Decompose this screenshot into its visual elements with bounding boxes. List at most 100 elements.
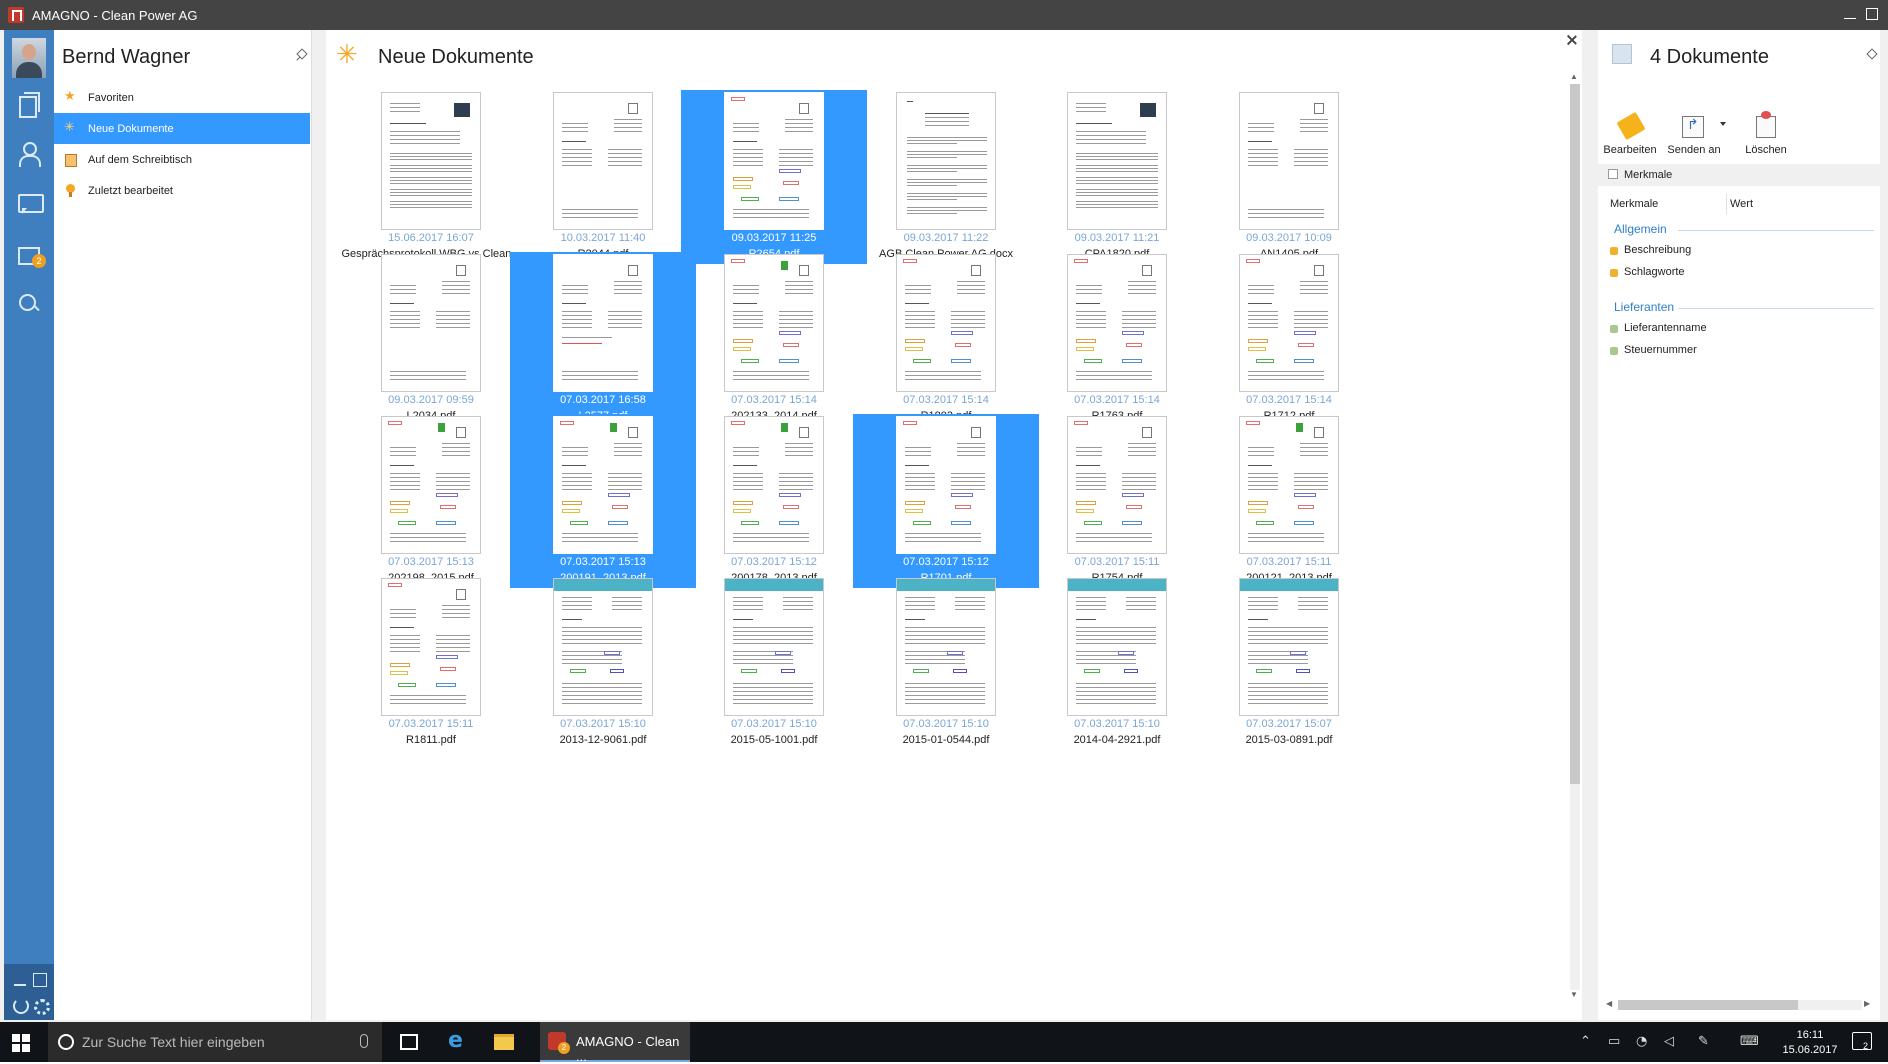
scroll-down-icon[interactable] (1568, 990, 1580, 1002)
volume-icon[interactable]: ◁ (1664, 1034, 1674, 1049)
document-tile[interactable]: 07.03.2017 15:14202133_2014.pdf (681, 252, 867, 426)
keyboard-icon[interactable]: ⌨ (1740, 1034, 1759, 1049)
file-explorer-icon[interactable] (494, 1034, 514, 1050)
windows-start-icon[interactable] (12, 1034, 30, 1052)
document-tile[interactable]: 07.03.2017 15:13200191_2013.pdf (510, 414, 696, 588)
document-tile[interactable]: 07.03.2017 15:11R1754.pdf (1024, 414, 1210, 588)
pin-icon[interactable] (1866, 50, 1876, 60)
settings-icon[interactable] (32, 996, 50, 1015)
chat-icon[interactable] (17, 192, 44, 216)
document-tile[interactable]: 07.03.2017 15:07 2015-03-0891.pdf (1196, 576, 1382, 750)
document-thumbnail[interactable] (381, 254, 481, 392)
clock[interactable]: 16:11 15.06.2017 (1780, 1028, 1840, 1058)
edit-button[interactable]: Bearbeiten (1600, 82, 1660, 162)
document-thumbnail[interactable] (553, 254, 653, 392)
document-thumbnail[interactable] (553, 416, 653, 554)
document-tile[interactable]: 07.03.2017 15:10 2013-12-9061.pdf (510, 576, 696, 750)
delete-button[interactable]: Löschen (1736, 82, 1796, 162)
document-thumbnail[interactable] (1239, 92, 1339, 230)
document-tile[interactable]: 07.03.2017 15:11200121_2013.pdf (1196, 414, 1382, 588)
document-thumbnail[interactable] (896, 92, 996, 230)
document-thumbnail[interactable] (724, 416, 824, 554)
property-row[interactable]: Lieferantenname (1610, 322, 1707, 334)
document-tile[interactable]: 07.03.2017 15:14R1803.pdf (853, 252, 1039, 426)
maximize-icon[interactable] (32, 972, 48, 988)
document-tile[interactable]: 07.03.2017 16:58L2577.pdf (510, 252, 696, 426)
document-thumbnail[interactable] (381, 416, 481, 554)
document-thumbnail[interactable] (896, 416, 996, 554)
sidebar-item[interactable]: Favoriten (54, 82, 310, 113)
document-thumbnail[interactable] (724, 254, 824, 392)
document-tile[interactable]: 15.06.2017 16:07Gesprächsprotokoll WBG v… (338, 90, 524, 264)
document-tile[interactable]: 10.03.2017 11:40R2044.pdf (510, 90, 696, 264)
document-tile[interactable]: 09.03.2017 09:59L2034.pdf (338, 252, 524, 426)
document-thumbnail[interactable] (724, 578, 824, 716)
pen-icon[interactable]: ✎ (1698, 1034, 1709, 1049)
document-tile[interactable]: 07.03.2017 15:12200178_2013.pdf (681, 414, 867, 588)
document-tile[interactable]: 07.03.2017 15:10 2014-04-2921.pdf (1024, 576, 1210, 750)
battery-icon[interactable]: ▭ (1608, 1034, 1620, 1049)
document-tile[interactable]: 07.03.2017 15:14R1712.pdf (1196, 252, 1382, 426)
chevron-up-icon[interactable]: ⌃ (1580, 1034, 1591, 1049)
document-tile[interactable]: 07.03.2017 15:13202198_2015.pdf (338, 414, 524, 588)
column-header-name[interactable]: Merkmale (1610, 198, 1658, 210)
property-row[interactable]: Steuernummer (1610, 344, 1697, 356)
document-thumbnail[interactable] (896, 578, 996, 716)
document-thumbnail[interactable] (1067, 578, 1167, 716)
column-header-value[interactable]: Wert (1730, 198, 1753, 210)
property-row[interactable]: Beschreibung (1610, 244, 1691, 256)
send-to-button[interactable]: Senden an (1664, 82, 1726, 162)
document-tile[interactable]: 07.03.2017 15:10 2015-05-1001.pdf (681, 576, 867, 750)
horizontal-scrollbar[interactable] (1606, 996, 1874, 1012)
document-tile[interactable]: 07.03.2017 15:12R1701.pdf (853, 414, 1039, 588)
document-tile[interactable]: 09.03.2017 11:21CPA1820.pdf (1024, 90, 1210, 264)
document-thumbnail[interactable] (1067, 92, 1167, 230)
scroll-thumb[interactable] (1618, 1000, 1798, 1010)
document-tile[interactable]: 09.03.2017 10:09AN1405.pdf (1196, 90, 1382, 264)
avatar[interactable] (12, 38, 46, 78)
power-icon[interactable] (12, 996, 29, 1014)
document-tile[interactable]: 07.03.2017 15:11 R1811.pdf (338, 576, 524, 750)
document-thumbnail[interactable] (553, 578, 653, 716)
document-thumbnail[interactable] (1067, 416, 1167, 554)
document-thumbnail[interactable] (1067, 254, 1167, 392)
document-thumbnail[interactable] (724, 92, 824, 230)
document-thumbnail[interactable] (381, 92, 481, 230)
sidebar-item[interactable]: Zuletzt bearbeitet (54, 175, 310, 206)
vertical-scrollbar[interactable] (1568, 72, 1580, 1002)
task-view-icon[interactable] (400, 1034, 418, 1050)
minimize-button[interactable] (1840, 4, 1860, 24)
documents-icon[interactable] (17, 92, 41, 118)
wifi-icon[interactable]: ◔ (1636, 1034, 1647, 1049)
scroll-thumb[interactable] (1570, 84, 1580, 784)
maximize-button[interactable] (1862, 4, 1882, 24)
properties-checkbox[interactable] (1608, 169, 1618, 179)
notification-icon[interactable]: 2 (1852, 1032, 1872, 1051)
document-tile[interactable]: 07.03.2017 15:10 2015-01-0544.pdf (853, 576, 1039, 750)
document-thumbnail[interactable] (381, 578, 481, 716)
minimize-icon[interactable] (12, 972, 28, 988)
property-group-label[interactable]: Allgemein (1614, 222, 1667, 236)
property-group-label[interactable]: Lieferanten (1614, 300, 1674, 314)
microphone-icon[interactable] (360, 1034, 368, 1048)
pin-icon[interactable] (296, 50, 306, 60)
search-icon[interactable] (17, 292, 41, 316)
user-icon[interactable] (17, 142, 41, 167)
document-thumbnail[interactable] (553, 92, 653, 230)
chevron-down-icon[interactable] (1720, 122, 1726, 126)
edge-browser-icon[interactable]: e (448, 1030, 463, 1052)
close-icon[interactable] (1566, 34, 1578, 46)
document-tile[interactable]: 07.03.2017 15:14R1763.pdf (1024, 252, 1210, 426)
document-thumbnail[interactable] (1239, 578, 1339, 716)
taskbar-search[interactable]: Zur Suche Text hier eingeben (48, 1022, 382, 1062)
document-thumbnail[interactable] (1239, 416, 1339, 554)
property-row[interactable]: Schlagworte (1610, 266, 1685, 278)
tasks-icon[interactable]: 2 (17, 242, 46, 268)
sidebar-item[interactable]: Auf dem Schreibtisch (54, 144, 310, 175)
taskbar-app-amagno[interactable]: 2 AMAGNO - Clean ... (540, 1022, 690, 1064)
document-tile[interactable]: 09.03.2017 11:22AGB Clean Power AG.docx (853, 90, 1039, 264)
column-divider[interactable] (1726, 194, 1727, 214)
scroll-up-icon[interactable] (1568, 72, 1580, 84)
document-thumbnail[interactable] (1239, 254, 1339, 392)
sidebar-item[interactable]: Neue Dokumente (54, 113, 310, 144)
